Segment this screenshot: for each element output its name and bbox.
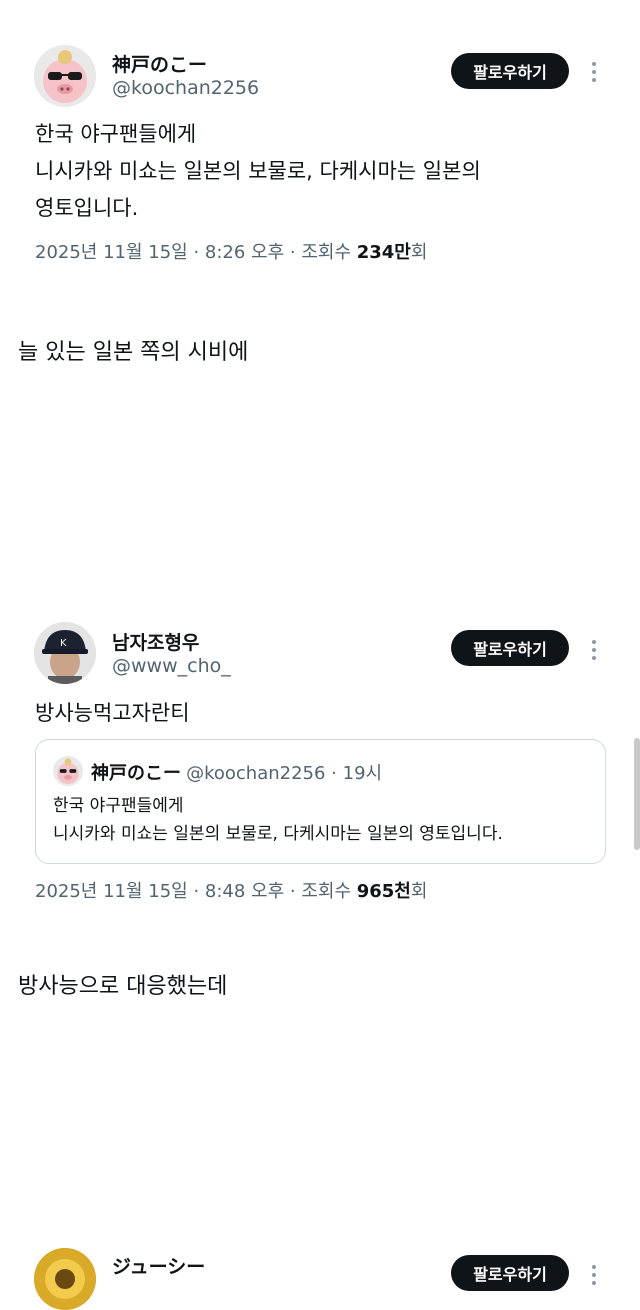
tweet-2-text: 방사능먹고자란티 (35, 701, 190, 725)
svg-text:K: K (60, 638, 67, 649)
tweet-1-meta: 2025년 11월 15일 · 8:26 오후 · 조회수 234만회 (35, 238, 427, 264)
quoted-tweet-handle-time: @koochan2256 · 19시 (186, 763, 383, 784)
tweet-text-line: 니시카와 미쇼는 일본의 보물로, 다케시마는 일본의 (35, 159, 481, 183)
quoted-tweet-author-name: 神戸のこー (91, 763, 181, 784)
tweet-1-more-icon[interactable] (589, 62, 599, 86)
tweet-2-avatar[interactable]: K (34, 622, 96, 684)
tweet-2-more-icon[interactable] (589, 640, 599, 664)
quoted-tweet-card[interactable]: 神戸のこー @koochan2256 · 19시 한국 야구팬들에게 니시카와 … (35, 739, 606, 864)
tweet-1-follow-button[interactable]: 팔로우하기 (451, 53, 569, 89)
tweet-2-author-handle[interactable]: @www_cho_ (112, 655, 231, 677)
tweet-1-timestamp[interactable]: 2025년 11월 15일 · 8:26 오후 · 조회수 (35, 242, 357, 263)
tweet-1-author-handle[interactable]: @koochan2256 (112, 77, 259, 99)
pig-with-sunglasses-icon (53, 756, 83, 786)
tweet-1-author-name[interactable]: 神戸のこー (112, 50, 207, 77)
tweet-2-meta: 2025년 11월 15일 · 8:48 오후 · 조회수 965천회 (35, 877, 427, 903)
tweet-3-author-name[interactable]: ジューシー (112, 1252, 205, 1279)
view-count-suffix: 회 (410, 881, 428, 902)
tweet-2-view-count: 965천 (356, 881, 411, 902)
tweet-3-more-icon[interactable] (589, 1265, 599, 1289)
tweet-1-view-count: 234만 (356, 242, 411, 263)
view-count-suffix: 회 (410, 242, 428, 263)
tweet-2-timestamp[interactable]: 2025년 11월 15일 · 8:48 오후 · 조회수 (35, 881, 357, 902)
caption-1: 늘 있는 일본 쪽의 시비에 (18, 340, 249, 365)
scrollbar-thumb[interactable] (634, 738, 640, 850)
quoted-tweet-text-line: 한국 야구팬들에게 (53, 796, 184, 816)
tweet-2-author-name[interactable]: 남자조형우 (112, 628, 199, 655)
quoted-tweet-avatar (53, 756, 83, 786)
caption-2: 방사능으로 대응했는데 (18, 974, 228, 999)
tweet-2-follow-button[interactable]: 팔로우하기 (451, 630, 569, 666)
tweet-3-follow-button[interactable]: 팔로우하기 (451, 1255, 569, 1291)
tweet-text-line: 영토입니다. (35, 196, 139, 220)
pig-with-sunglasses-icon (34, 45, 96, 107)
golden-avatar-icon (34, 1248, 96, 1310)
quoted-tweet-text-line: 니시카와 미쇼는 일본의 보물로, 다케시마는 일본의 영토입니다. (53, 824, 503, 844)
quoted-tweet-header: 神戸のこー @koochan2256 · 19시 (91, 759, 382, 785)
tweet-3-avatar[interactable] (34, 1248, 96, 1310)
tweet-1-avatar[interactable] (34, 45, 96, 107)
tweet-text-line: 한국 야구팬들에게 (35, 122, 197, 146)
person-in-cap-icon: K (34, 622, 96, 684)
